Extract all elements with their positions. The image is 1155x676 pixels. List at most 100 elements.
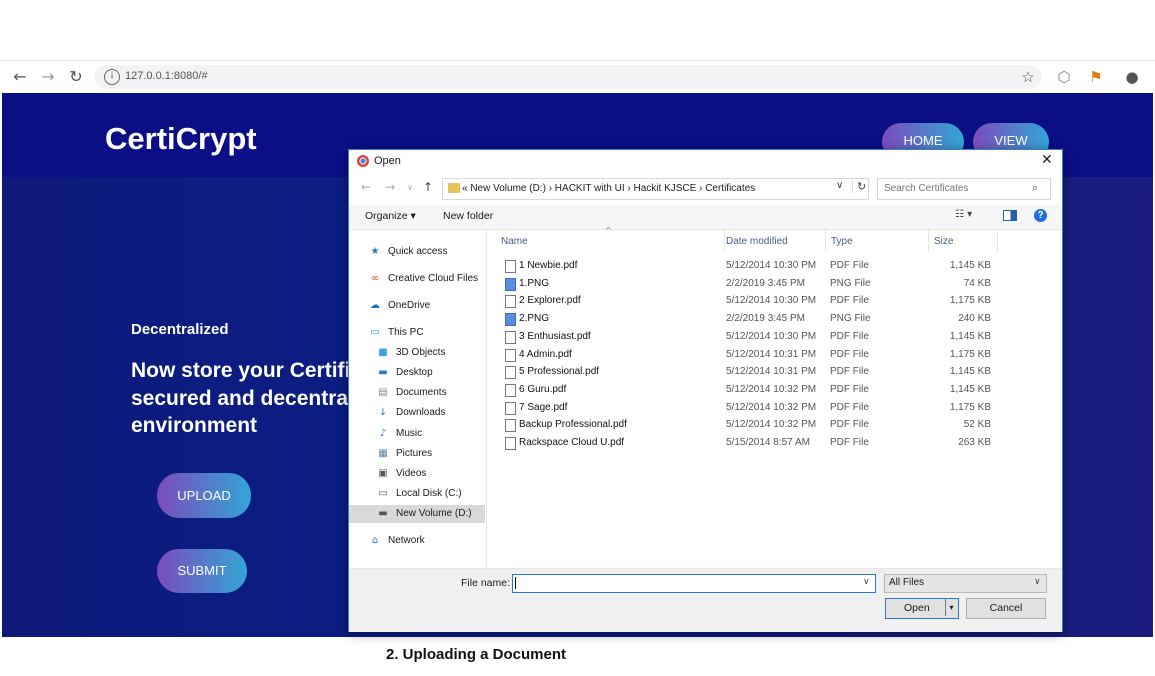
text-caret bbox=[515, 577, 516, 589]
search-icon[interactable]: ⌕ bbox=[1032, 181, 1038, 195]
nav-item[interactable]: ▦ Pictures bbox=[349, 445, 485, 463]
file-name: 2 Explorer.pdf bbox=[519, 295, 581, 307]
disk-icon: ▭ bbox=[378, 488, 388, 499]
file-date: 2/2/2019 3:45 PM bbox=[726, 277, 805, 289]
nav-item[interactable]: ▣ Videos bbox=[349, 465, 485, 483]
file-size: 1,145 KB bbox=[949, 330, 991, 342]
new-folder-button[interactable]: New folder bbox=[443, 210, 493, 222]
file-name-label: File name: bbox=[461, 577, 511, 589]
file-name: 1.PNG bbox=[519, 277, 550, 289]
nav-item[interactable]: ↓ Downloads bbox=[349, 404, 485, 422]
refresh-icon[interactable]: ↻ bbox=[852, 180, 866, 193]
file-size: 52 KB bbox=[963, 419, 991, 431]
nav-item[interactable]: ▤ Documents bbox=[349, 384, 485, 402]
file-row[interactable]: 3 Enthusiast.pdf 5/12/2014 10:30 PM PDF Fi… bbox=[487, 328, 1047, 346]
open-dropdown-icon[interactable]: ▾ bbox=[945, 599, 957, 616]
pdf-file-icon bbox=[505, 295, 516, 309]
open-button-label[interactable]: Open bbox=[904, 602, 930, 614]
up-arrow-icon[interactable]: ↑ bbox=[423, 180, 433, 194]
back-arrow-icon[interactable]: ← bbox=[10, 67, 30, 87]
file-name-input[interactable] bbox=[512, 574, 876, 593]
bookmark-star-icon[interactable]: ☆ bbox=[1018, 67, 1038, 87]
file-date: 5/12/2014 10:32 PM bbox=[726, 401, 817, 413]
nav-item-label: OneDrive bbox=[388, 300, 431, 311]
column-divider[interactable] bbox=[825, 230, 826, 252]
file-row[interactable]: 4 Admin.pdf 5/12/2014 10:31 PM PDF File 1,1… bbox=[487, 346, 1047, 364]
column-name[interactable]: Name bbox=[501, 236, 528, 247]
file-row[interactable]: 1.PNG 2/2/2019 3:45 PM PNG File 74 KB bbox=[487, 275, 1047, 293]
nav-item[interactable]: ∞ Creative Cloud Files bbox=[349, 270, 485, 288]
cancel-button[interactable]: Cancel bbox=[966, 598, 1046, 619]
nav-item[interactable]: ★ Quick access bbox=[349, 243, 485, 261]
nav-item[interactable]: ⌂ Network bbox=[349, 532, 485, 550]
file-row[interactable]: 2 Explorer.pdf 5/12/2014 10:30 PM PDF File… bbox=[487, 292, 1047, 310]
file-size: 1,145 KB bbox=[949, 260, 991, 271]
extension-badge-icon[interactable]: ⚑ bbox=[1086, 67, 1106, 87]
submit-button[interactable]: SUBMIT bbox=[157, 549, 247, 593]
file-type: PDF File bbox=[830, 419, 869, 431]
file-size: 240 KB bbox=[958, 313, 991, 325]
file-row[interactable]: 5 Professional.pdf 5/12/2014 10:31 PM PDF … bbox=[487, 363, 1047, 381]
file-type: PDF File bbox=[830, 366, 869, 378]
nav-item[interactable]: ▬ Desktop bbox=[349, 364, 485, 382]
file-date: 5/12/2014 10:31 PM bbox=[726, 366, 817, 378]
nav-item[interactable]: ♪ Music bbox=[349, 425, 485, 443]
column-divider[interactable] bbox=[724, 230, 725, 252]
nav-item[interactable]: ▬ New Volume (D:) bbox=[349, 505, 485, 523]
column-size[interactable]: Size bbox=[934, 236, 953, 247]
chevron-down-icon[interactable]: ∨ bbox=[836, 180, 843, 191]
file-type: PDF File bbox=[830, 295, 869, 307]
music-icon: ♪ bbox=[379, 428, 387, 439]
file-row[interactable]: 7 Sage.pdf 5/12/2014 10:32 PM PDF File 1,17… bbox=[487, 399, 1047, 417]
column-date[interactable]: Date modified bbox=[726, 236, 788, 247]
chevron-down-icon[interactable]: ∨ bbox=[1034, 577, 1041, 587]
file-date: 5/12/2014 10:30 PM bbox=[726, 295, 817, 307]
nav-item[interactable]: ▭ This PC bbox=[349, 324, 485, 342]
file-date: 5/12/2014 10:31 PM bbox=[726, 348, 817, 360]
document-icon: ▤ bbox=[378, 387, 388, 398]
path-breadcrumb[interactable]: « New Volume (D:) › HACKIT with UI › Hac… bbox=[462, 183, 755, 194]
chrome-icon bbox=[357, 155, 369, 167]
chevron-down-icon[interactable]: ∨ bbox=[863, 577, 870, 587]
column-divider[interactable] bbox=[928, 230, 929, 252]
close-icon[interactable]: ✕ bbox=[1041, 152, 1053, 168]
file-row[interactable]: 1 Newbie.pdf 5/12/2014 10:30 PM PDF File 1,… bbox=[487, 257, 1047, 275]
nav-item[interactable]: ■ 3D Objects bbox=[349, 344, 485, 362]
back-arrow-icon[interactable]: ← bbox=[361, 180, 371, 194]
hero-kicker: Decentralized bbox=[131, 321, 229, 338]
file-row[interactable]: 6 Guru.pdf 5/12/2014 10:32 PM PDF File 1,14… bbox=[487, 381, 1047, 399]
forward-arrow-icon[interactable]: → bbox=[38, 67, 58, 87]
address-bar[interactable] bbox=[94, 65, 1042, 89]
upload-button[interactable]: UPLOAD bbox=[157, 473, 251, 518]
column-headers: Name Date modified Type Size bbox=[487, 230, 1062, 252]
column-divider[interactable] bbox=[997, 230, 998, 252]
profile-icon[interactable]: ● bbox=[1122, 67, 1142, 87]
folder-icon bbox=[448, 183, 460, 193]
file-type-value[interactable]: All Files bbox=[889, 577, 924, 588]
nav-item-label: Downloads bbox=[396, 407, 446, 418]
column-type[interactable]: Type bbox=[831, 236, 853, 247]
view-options-icon[interactable]: ☷ ▾ bbox=[955, 209, 972, 220]
nav-item[interactable]: ☁ OneDrive bbox=[349, 297, 485, 315]
extension-icon[interactable]: ⬡ bbox=[1054, 67, 1074, 87]
preview-pane-icon[interactable] bbox=[1003, 210, 1017, 221]
organize-menu[interactable]: Organize ▾ bbox=[365, 210, 416, 222]
file-type: PDF File bbox=[830, 383, 869, 395]
figure-caption: 2. Uploading a Document bbox=[386, 646, 567, 663]
reload-icon[interactable]: ↻ bbox=[66, 67, 86, 87]
info-icon[interactable]: i bbox=[104, 69, 120, 85]
open-file-dialog: Open ✕ ← → ∨ ↑ « New Volume (D:) › HACKI… bbox=[348, 149, 1063, 632]
file-row[interactable]: Rackspace Cloud U.pdf 5/15/2014 8:57 AM PD… bbox=[487, 434, 1047, 452]
videos-icon: ▣ bbox=[378, 468, 388, 479]
brand-logo[interactable]: CertiCrypt bbox=[105, 121, 257, 157]
file-row[interactable]: Backup Professional.pdf 5/12/2014 10:32 P… bbox=[487, 416, 1047, 434]
recent-locations-icon[interactable]: ∨ bbox=[407, 183, 413, 192]
help-icon[interactable]: ? bbox=[1034, 209, 1047, 222]
file-name: 5 Professional.pdf bbox=[519, 366, 600, 378]
file-type: PNG File bbox=[830, 313, 871, 325]
url-text[interactable]: 127.0.0.1:8080/# bbox=[125, 70, 208, 82]
file-row[interactable]: 2.PNG 2/2/2019 3:45 PM PNG File 240 KB bbox=[487, 310, 1047, 328]
nav-item[interactable]: ▭ Local Disk (C:) bbox=[349, 485, 485, 503]
forward-arrow-icon[interactable]: → bbox=[385, 180, 395, 194]
cube-icon: ■ bbox=[378, 347, 388, 358]
